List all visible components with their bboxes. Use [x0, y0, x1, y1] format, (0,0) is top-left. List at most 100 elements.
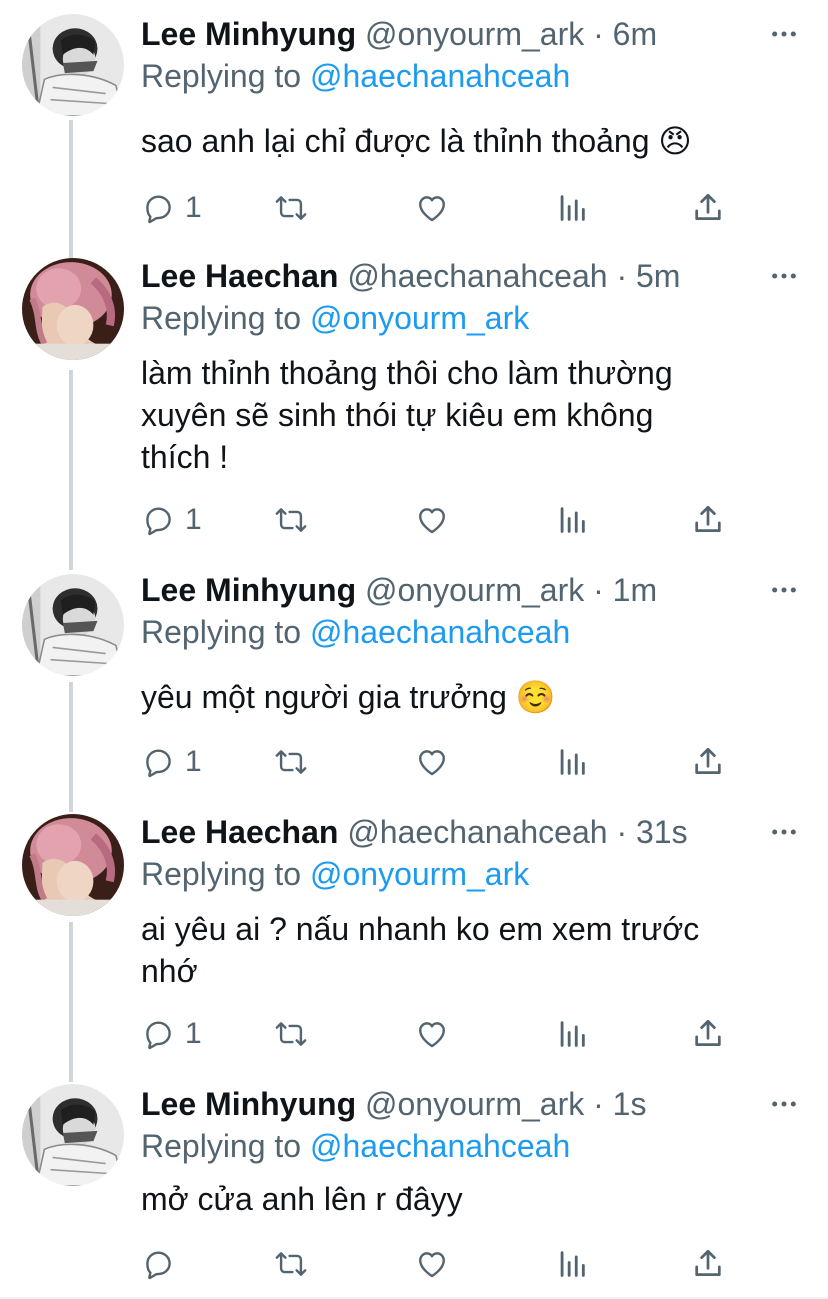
tweet-header: Lee Minhyung @onyourm_ark · 1m: [141, 570, 657, 610]
tweet[interactable]: Lee Haechan @haechanahceah · 31s Replyin…: [0, 812, 828, 1082]
avatar-image: [22, 814, 124, 916]
like-button[interactable]: [415, 742, 449, 782]
avatar[interactable]: [22, 1084, 124, 1186]
retweet-button[interactable]: [274, 1014, 308, 1054]
retweet-button[interactable]: [274, 500, 308, 540]
action-bar: 1: [141, 1014, 741, 1054]
reply-button[interactable]: 1: [141, 188, 202, 228]
heart-icon: [415, 1017, 449, 1051]
stats-icon: [555, 745, 589, 779]
retweet-button[interactable]: [274, 188, 308, 228]
share-button[interactable]: [691, 188, 725, 228]
display-name[interactable]: Lee Haechan: [141, 258, 338, 294]
display-name[interactable]: Lee Minhyung: [141, 16, 356, 52]
tweet-text-content: mở cửa anh lên r đâyy: [141, 1181, 463, 1217]
more-options-button[interactable]: [768, 1088, 800, 1120]
more-options-button[interactable]: [768, 574, 800, 606]
separator-dot: ·: [593, 572, 604, 608]
username[interactable]: @onyourm_ark: [365, 572, 584, 608]
reply-icon: [141, 1017, 175, 1051]
share-button[interactable]: [691, 500, 725, 540]
stats-button[interactable]: [555, 1244, 589, 1284]
avatar-image: [22, 14, 124, 116]
thread-connector-line: [69, 922, 73, 1082]
display-name[interactable]: Lee Minhyung: [141, 1086, 356, 1122]
replying-to-label: Replying to: [141, 58, 302, 94]
tweet-text: ai yêu ai ? nấu nhanh ko em xem trước nh…: [141, 908, 791, 992]
tweet[interactable]: Lee Minhyung @onyourm_ark · 1m Replying …: [0, 572, 828, 812]
username[interactable]: @onyourm_ark: [365, 16, 584, 52]
replying-to: Replying to @onyourm_ark: [141, 854, 529, 894]
tweet[interactable]: Lee Minhyung @onyourm_ark · 1s Replying …: [0, 1082, 828, 1299]
username[interactable]: @onyourm_ark: [365, 1086, 584, 1122]
thread-connector-line: [69, 682, 73, 812]
action-bar: 1: [141, 742, 741, 782]
retweet-button[interactable]: [274, 742, 308, 782]
like-button[interactable]: [415, 1014, 449, 1054]
share-button[interactable]: [691, 1014, 725, 1054]
tweet-text-line: thích !: [141, 439, 229, 475]
tweet-header: Lee Haechan @haechanahceah · 5m: [141, 256, 680, 296]
timestamp[interactable]: 6m: [613, 16, 657, 52]
more-options-button[interactable]: [768, 816, 800, 848]
tweet-text: sao anh lại chỉ được là thỉnh thoảng 😠: [141, 120, 791, 162]
reply-button[interactable]: [141, 1244, 185, 1284]
heart-icon: [415, 191, 449, 225]
avatar[interactable]: [22, 14, 124, 116]
more-options-button[interactable]: [768, 18, 800, 50]
tweet-text-content: yêu một người gia trưởng: [141, 679, 507, 715]
mention-link[interactable]: @haechanahceah: [310, 1128, 570, 1164]
more-horizontal-icon: [768, 1088, 800, 1120]
timestamp[interactable]: 5m: [636, 258, 680, 294]
retweet-button[interactable]: [274, 1244, 308, 1284]
avatar[interactable]: [22, 258, 124, 360]
tweet-text-line: làm thỉnh thoảng thôi cho làm thường: [141, 355, 673, 391]
share-icon: [691, 1247, 725, 1281]
mention-link[interactable]: @haechanahceah: [310, 58, 570, 94]
reply-count: 1: [185, 191, 202, 224]
avatar-image: [22, 1084, 124, 1186]
stats-button[interactable]: [555, 188, 589, 228]
reply-icon: [141, 745, 175, 779]
share-icon: [691, 745, 725, 779]
tweet[interactable]: Lee Haechan @haechanahceah · 5m Replying…: [0, 120, 828, 570]
username[interactable]: @haechanahceah: [347, 258, 607, 294]
share-button[interactable]: [691, 742, 725, 782]
separator-dot: ·: [593, 1086, 604, 1122]
display-name[interactable]: Lee Minhyung: [141, 572, 356, 608]
timestamp[interactable]: 31s: [636, 814, 688, 850]
timestamp[interactable]: 1m: [613, 572, 657, 608]
avatar[interactable]: [22, 814, 124, 916]
mention-link[interactable]: @onyourm_ark: [310, 300, 529, 336]
display-name[interactable]: Lee Haechan: [141, 814, 338, 850]
mention-link[interactable]: @haechanahceah: [310, 614, 570, 650]
like-button[interactable]: [415, 500, 449, 540]
mention-link[interactable]: @onyourm_ark: [310, 856, 529, 892]
heart-icon: [415, 1247, 449, 1281]
tweet[interactable]: Lee Minhyung @onyourm_ark · 6m Replying …: [0, 0, 828, 260]
share-button[interactable]: [691, 1244, 725, 1284]
reply-button[interactable]: 1: [141, 500, 202, 540]
share-icon: [691, 1017, 725, 1051]
reply-button[interactable]: 1: [141, 742, 202, 782]
retweet-icon: [274, 503, 308, 537]
avatar[interactable]: [22, 574, 124, 676]
stats-button[interactable]: [555, 742, 589, 782]
separator-dot: ·: [593, 16, 604, 52]
thread-connector-line: [69, 370, 73, 570]
tweet-text-content: sao anh lại chỉ được là thỉnh thoảng: [141, 123, 650, 159]
heart-icon: [415, 745, 449, 779]
replying-to: Replying to @haechanahceah: [141, 1126, 570, 1166]
stats-button[interactable]: [555, 500, 589, 540]
thread-connector-line: [69, 120, 73, 250]
like-button[interactable]: [415, 1244, 449, 1284]
reply-button[interactable]: 1: [141, 1014, 202, 1054]
stats-button[interactable]: [555, 1014, 589, 1054]
timestamp[interactable]: 1s: [613, 1086, 647, 1122]
more-options-button[interactable]: [768, 260, 800, 292]
username[interactable]: @haechanahceah: [347, 814, 607, 850]
action-bar: 1: [141, 500, 741, 540]
like-button[interactable]: [415, 188, 449, 228]
tweet-header: Lee Haechan @haechanahceah · 31s: [141, 812, 688, 852]
share-icon: [691, 191, 725, 225]
